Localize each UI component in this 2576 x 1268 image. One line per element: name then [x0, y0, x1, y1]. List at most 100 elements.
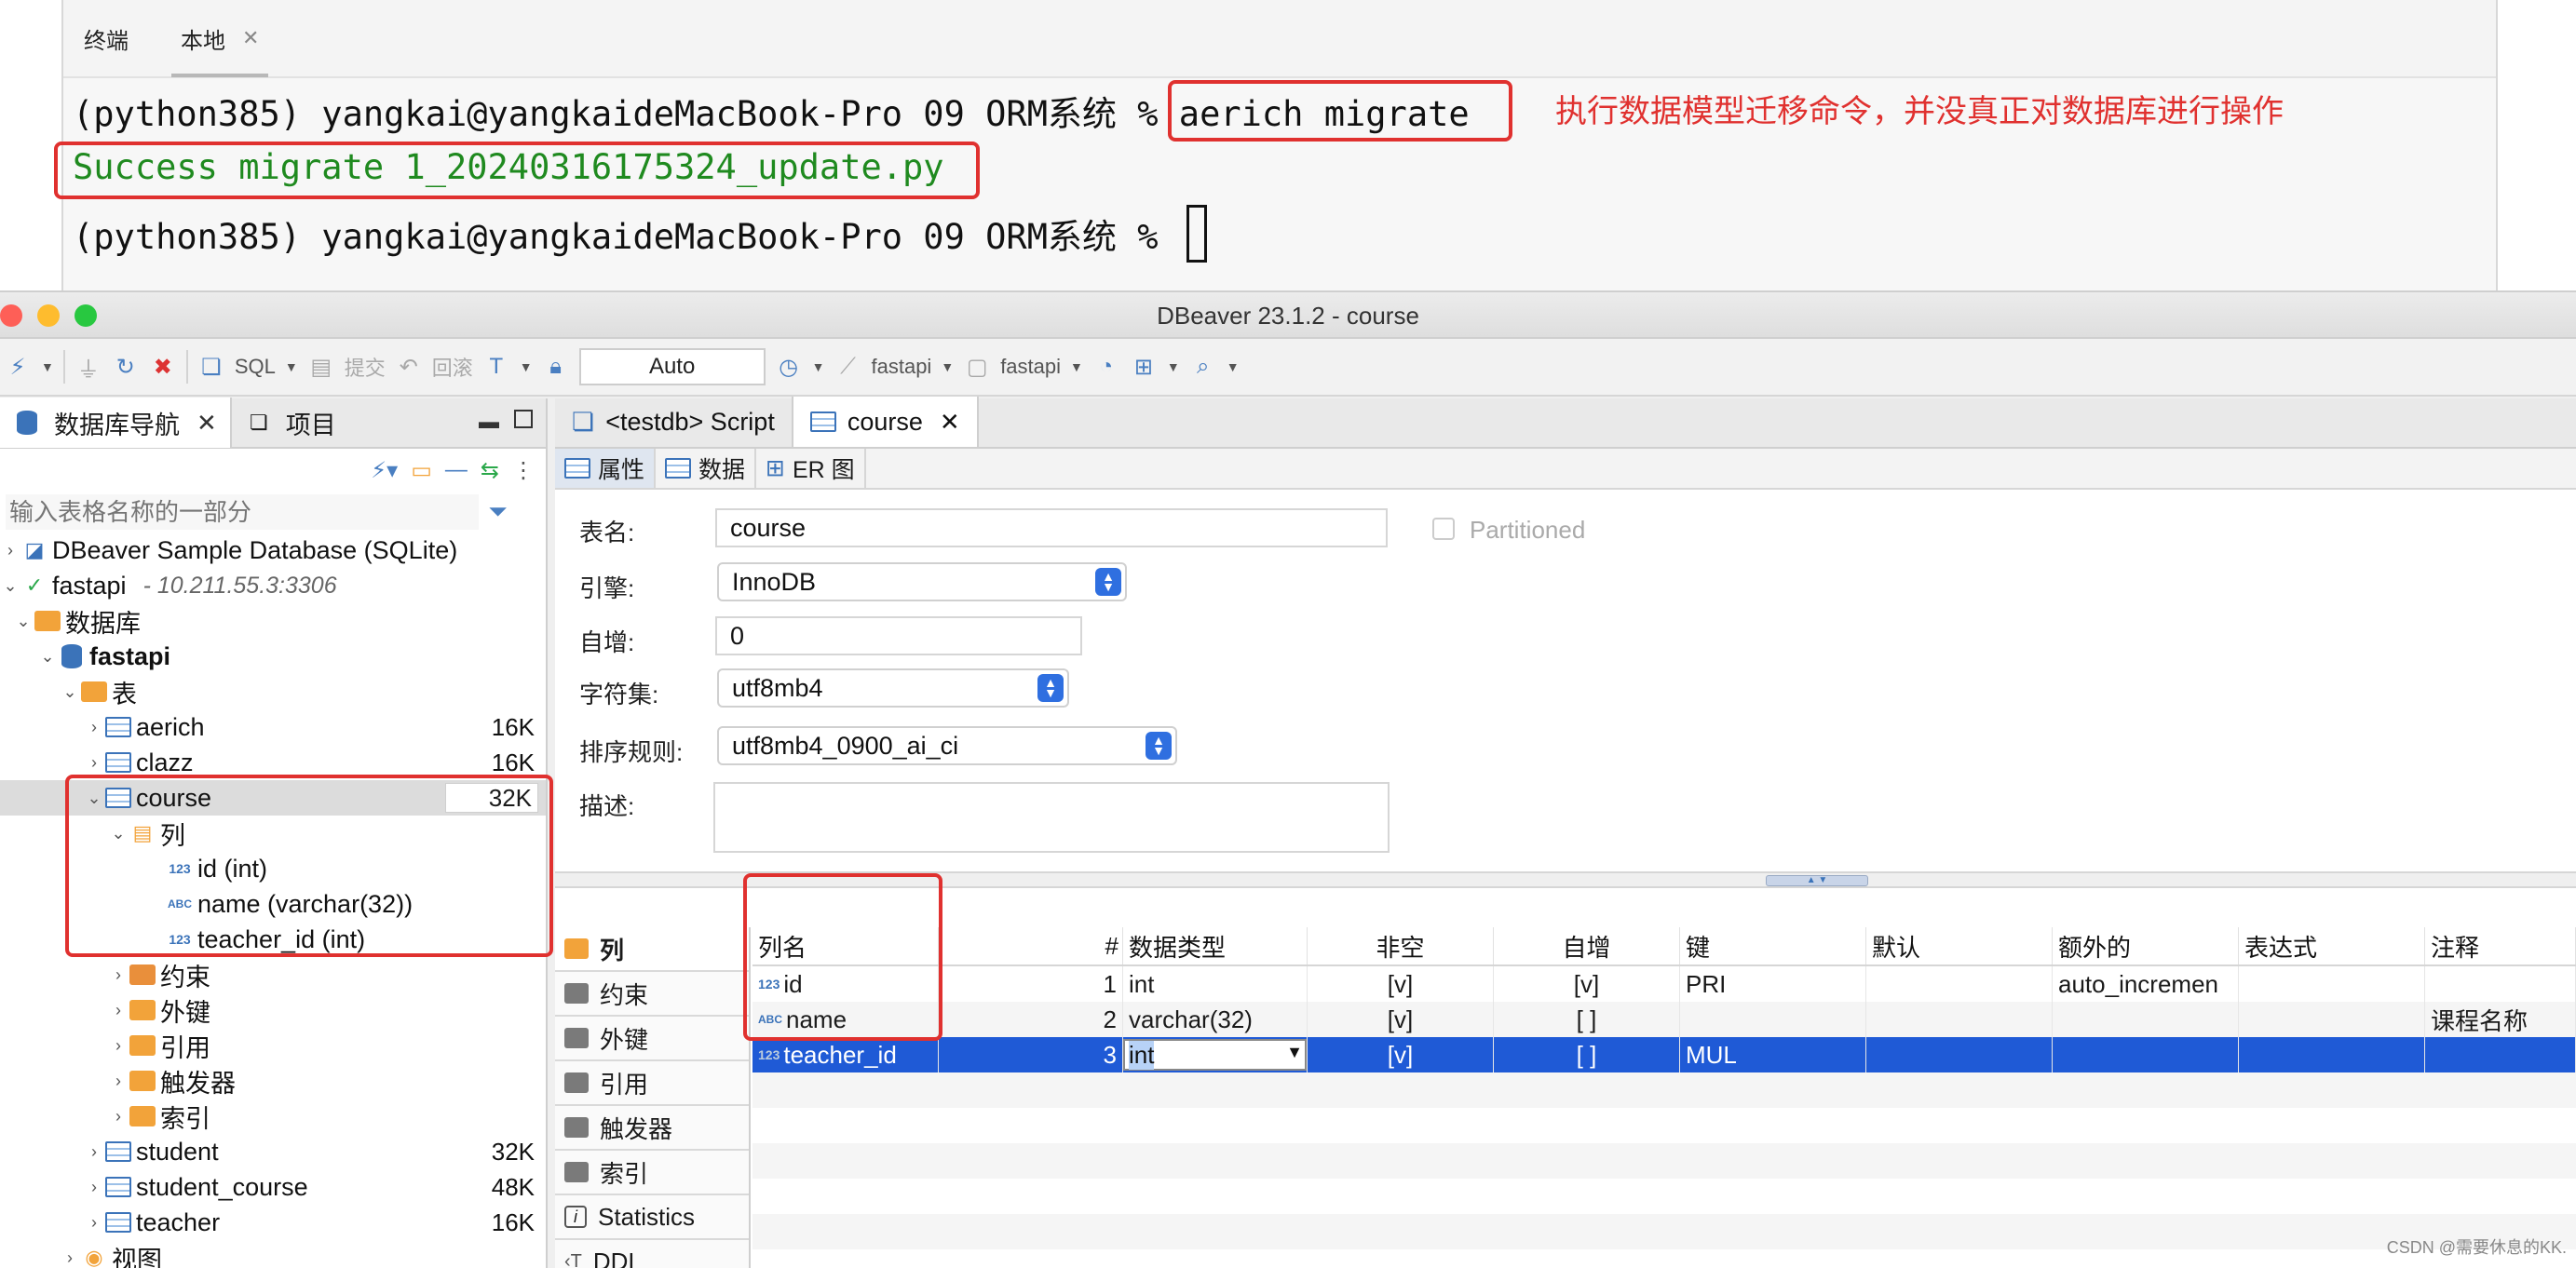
reconnect-icon[interactable]: ↻	[112, 353, 140, 381]
chevron-down-icon[interactable]: ▼	[1227, 359, 1240, 374]
chevron-right-icon[interactable]: ›	[60, 1248, 80, 1268]
chevron-down-icon[interactable]: ▼	[1070, 359, 1083, 374]
column-header-autoinc[interactable]: 自增	[1494, 927, 1680, 964]
engine-select[interactable]: InnoDB ▲ ▼	[717, 562, 1127, 601]
dashboard-icon[interactable]: ◔	[1092, 353, 1120, 381]
filter-icon[interactable]: ⏷	[488, 497, 508, 527]
chevron-right-icon[interactable]: ›	[108, 1001, 129, 1020]
tab-course[interactable]: course ✕	[793, 397, 979, 447]
tree-item-tables[interactable]: ⌄ 表	[0, 674, 546, 709]
tab-projects[interactable]: ❏ 项目	[232, 398, 349, 448]
tree-item-fastapi-db[interactable]: ⌄ fastapi	[0, 639, 546, 674]
chevron-down-icon[interactable]: ⌄	[13, 612, 34, 631]
chevron-right-icon[interactable]: ›	[84, 1178, 104, 1197]
column-header-extra[interactable]: 额外的	[2053, 927, 2239, 964]
column-header-expression[interactable]: 表达式	[2239, 927, 2425, 964]
close-icon[interactable]: ✕	[242, 26, 259, 50]
disconnect-icon[interactable]: ✖	[149, 353, 177, 381]
terminal-tab-terminal[interactable]: 终端	[84, 0, 129, 77]
tree-item-foreign-keys[interactable]: › 外键	[0, 992, 546, 1028]
tree-item-fastapi-connection[interactable]: ⌄ ✓ fastapi - 10.211.55.3:3306	[0, 568, 546, 603]
sql-editor-icon[interactable]: ❏	[197, 353, 225, 381]
select-arrows-icon[interactable]: ▲ ▼	[1037, 674, 1064, 702]
close-icon[interactable]: ✕	[940, 408, 960, 437]
column-header-default[interactable]: 默认	[1866, 927, 2053, 964]
tree-item-views[interactable]: › ◉ 视图	[0, 1240, 546, 1268]
chevron-down-icon[interactable]: ▼	[285, 359, 298, 374]
chevron-right-icon[interactable]: ›	[108, 1107, 129, 1126]
chevron-down-icon[interactable]: ▼	[520, 359, 533, 374]
tree-item-references[interactable]: › 引用	[0, 1028, 546, 1063]
search-icon[interactable]: ⌕	[1189, 353, 1217, 381]
commit-icon[interactable]: ▤	[307, 353, 335, 381]
side-item-references[interactable]: 引用	[555, 1061, 749, 1106]
column-header-key[interactable]: 键	[1680, 927, 1866, 964]
chevron-down-icon[interactable]: ⌄	[0, 576, 20, 596]
description-field[interactable]	[713, 782, 1390, 853]
column-header-type[interactable]: 数据类型	[1123, 927, 1308, 964]
tab-database-navigator[interactable]: 数据库导航 ✕	[0, 398, 232, 448]
side-item-statistics[interactable]: i Statistics	[555, 1195, 749, 1240]
commit-button[interactable]: 提交	[345, 352, 386, 382]
tab-er-diagram[interactable]: ⊞ ER 图	[756, 449, 866, 488]
link-editor-icon[interactable]: ⇆	[481, 457, 499, 484]
table-row[interactable]: 123 id 1 int [v] [v] PRI auto_incremen	[752, 966, 2576, 1002]
side-item-triggers[interactable]: 触发器	[555, 1106, 749, 1151]
tree-item-indexes[interactable]: › 索引	[0, 1099, 546, 1134]
datasource-icon[interactable]: ⟋	[834, 353, 862, 381]
collation-select[interactable]: utf8mb4_0900_ai_ci ▲ ▼	[717, 726, 1177, 765]
chevron-right-icon[interactable]: ›	[84, 1142, 104, 1162]
chevron-down-icon[interactable]: ⌄	[37, 647, 58, 667]
auto-increment-field[interactable]: 0	[715, 616, 1082, 655]
table-filter-input[interactable]	[6, 494, 479, 530]
auto-commit-field[interactable]: Auto	[578, 348, 766, 385]
tab-properties[interactable]: 属性	[555, 449, 657, 488]
transaction-mode-icon[interactable]: T	[482, 353, 510, 381]
chevron-right-icon[interactable]: ›	[108, 1072, 129, 1091]
chevron-down-icon[interactable]: ▼	[941, 359, 954, 374]
terminal-tab-local[interactable]: 本地 ✕	[170, 0, 269, 77]
table-name-field[interactable]: course	[715, 508, 1388, 547]
chevron-right-icon[interactable]: ›	[108, 1036, 129, 1056]
select-arrows-icon[interactable]: ▲ ▼	[1095, 568, 1121, 596]
side-item-constraints[interactable]: 约束	[555, 972, 749, 1017]
minimize-icon[interactable]: ▬	[479, 410, 499, 434]
tree-item-table-student[interactable]: › student 32K	[0, 1134, 546, 1169]
chevron-down-icon[interactable]: ▼	[1167, 359, 1180, 374]
table-row[interactable]: ABC name 2 varchar(32) [v] [ ] 课程名称	[752, 1002, 2576, 1037]
column-header-notnull[interactable]: 非空	[1308, 927, 1494, 964]
table-row-selected[interactable]: 123 teacher_id 3 int ▼ [v] [ ] MUL	[752, 1037, 2576, 1072]
sql-button[interactable]: SQL	[235, 355, 276, 379]
maximize-icon[interactable]	[514, 410, 533, 428]
tree-item-table-teacher[interactable]: › teacher 16K	[0, 1205, 546, 1240]
tree-item-constraints[interactable]: › 约束	[0, 957, 546, 992]
dropdown-arrow-icon[interactable]: ▼	[1286, 1043, 1303, 1062]
select-arrows-icon[interactable]: ▲ ▼	[1146, 732, 1172, 760]
chevron-right-icon[interactable]: ›	[84, 1213, 104, 1233]
datasource-selector[interactable]: fastapi	[872, 355, 932, 379]
more-options-icon[interactable]: ⋮	[512, 457, 535, 484]
schema-icon[interactable]: ▢	[963, 353, 991, 381]
history-icon[interactable]: ◷	[775, 353, 803, 381]
new-connection-icon[interactable]: ⚡▾	[371, 457, 398, 484]
tree-item-triggers[interactable]: › 触发器	[0, 1063, 546, 1099]
side-item-ddl[interactable]: ‹T DDL	[555, 1240, 749, 1268]
side-item-indexes[interactable]: 索引	[555, 1151, 749, 1195]
column-header-comment[interactable]: 注释	[2425, 927, 2576, 964]
plug-icon[interactable]: ⏚	[75, 353, 102, 383]
tab-testdb-script[interactable]: ❏ <testdb> Script	[555, 397, 793, 447]
chevron-right-icon[interactable]: ›	[0, 541, 20, 560]
schema-selector[interactable]: fastapi	[1000, 355, 1061, 379]
tree-item-databases[interactable]: ⌄ 数据库	[0, 603, 546, 639]
chevron-right-icon[interactable]: ›	[84, 753, 104, 773]
partitioned-checkbox[interactable]	[1432, 518, 1455, 540]
side-item-foreign-keys[interactable]: 外键	[555, 1017, 749, 1061]
collapse-all-icon[interactable]: ―	[445, 457, 468, 483]
tree-item-table-student-course[interactable]: › student_course 48K	[0, 1169, 546, 1205]
chevron-down-icon[interactable]: ⌄	[60, 682, 80, 702]
network-icon[interactable]: ⊞	[1130, 353, 1158, 381]
charset-select[interactable]: utf8mb4 ▲ ▼	[717, 668, 1069, 708]
side-item-columns[interactable]: 列	[555, 927, 749, 972]
tab-data[interactable]: 数据	[656, 449, 757, 488]
terminal-line-3[interactable]: (python385) yangkai@yangkaideMacBook-Pro…	[73, 204, 1207, 268]
